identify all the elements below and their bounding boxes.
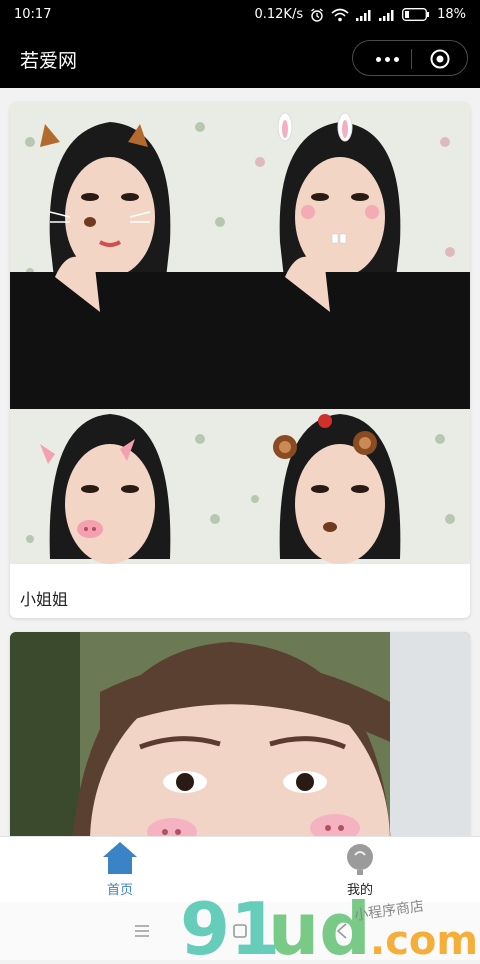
- home-icon: [103, 842, 137, 874]
- page-title: 若爱网: [20, 50, 78, 72]
- alarm-icon: [311, 7, 323, 22]
- status-right: 0.12K/s 18%: [254, 7, 466, 22]
- wifi-icon: [331, 8, 349, 21]
- menu-icon[interactable]: [134, 924, 150, 938]
- watermark-logo: 91 ud .com 小程序商店: [180, 887, 480, 964]
- user-icon: [347, 844, 373, 875]
- feed: 小姐姐: [0, 88, 480, 836]
- battery-percent: 18%: [437, 7, 466, 22]
- svg-text:.com: .com: [370, 918, 478, 960]
- network-speed: 0.12K/s: [254, 7, 304, 22]
- photo-bear-filter[interactable]: [240, 409, 470, 564]
- feed-card[interactable]: 小姐姐: [10, 102, 470, 618]
- status-bar: 10:17 0.12K/s 18%: [0, 0, 480, 30]
- photo-cat-filter[interactable]: [10, 102, 240, 409]
- card-caption: 小姐姐: [20, 590, 69, 609]
- signal-icon: [356, 9, 371, 21]
- feed-card[interactable]: [10, 632, 470, 836]
- photo-pig-filter[interactable]: [10, 409, 240, 564]
- svg-text:91: 91: [180, 888, 280, 960]
- miniprogram-capsule: [352, 40, 468, 76]
- photo-bunny-filter[interactable]: [240, 102, 470, 409]
- svg-text:ud: ud: [268, 888, 371, 960]
- target-close-icon[interactable]: [412, 41, 468, 77]
- navigation-bar: 若爱网: [0, 30, 480, 88]
- status-time: 10:17: [14, 7, 52, 22]
- battery-icon: [402, 8, 430, 21]
- photo-pig-nose-closeup[interactable]: [10, 632, 470, 836]
- more-dots-icon[interactable]: [363, 41, 411, 77]
- signal-icon: [379, 9, 394, 21]
